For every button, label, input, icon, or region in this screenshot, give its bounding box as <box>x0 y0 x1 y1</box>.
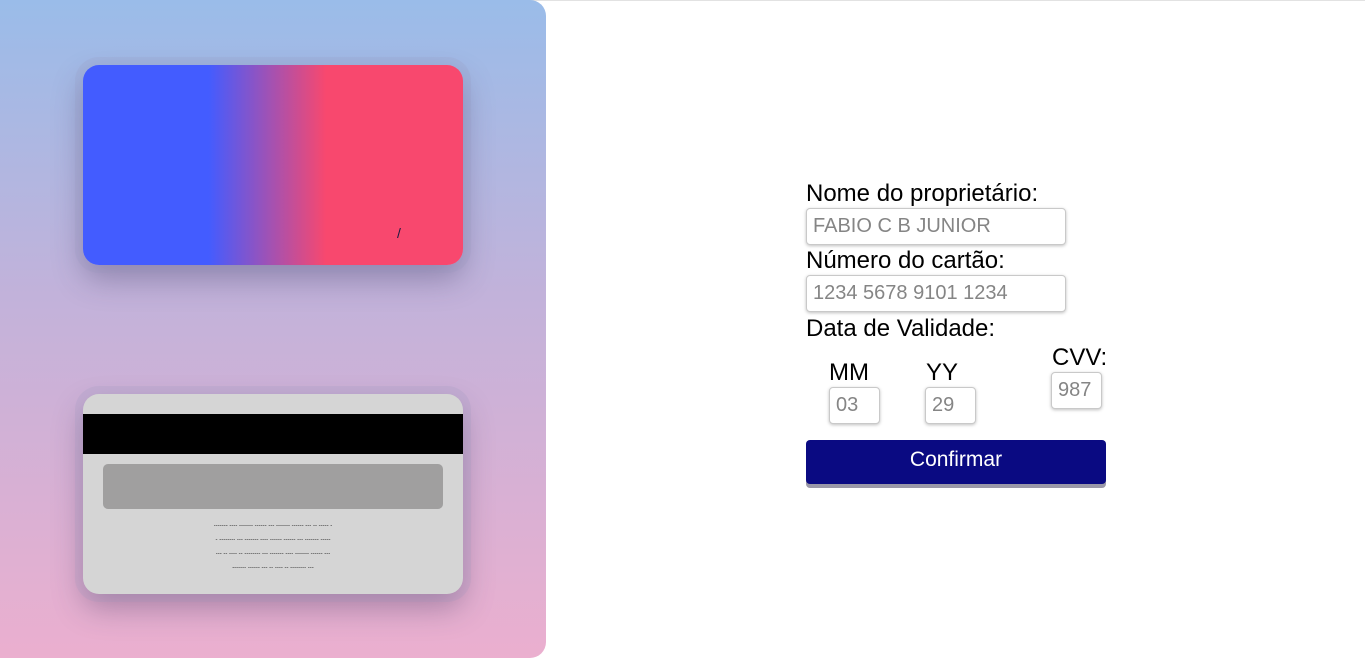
card-fine-print: ------- ---- ------- ------ --- ------- … <box>178 519 368 575</box>
card-preview-panel: / ------- ---- ------- ------ --- ------… <box>0 0 546 658</box>
fine-print-line: - -------- --- ------- ---- ------ -----… <box>215 537 331 543</box>
year-label: YY <box>926 359 959 386</box>
owner-name-input[interactable] <box>806 208 1066 245</box>
validity-label: Data de Validade: <box>806 315 996 342</box>
card-expiry: / <box>397 225 401 241</box>
card-front: / <box>83 65 463 265</box>
signature-strip <box>103 464 443 509</box>
confirm-button[interactable]: Confirmar <box>806 440 1106 484</box>
card-number-input[interactable] <box>806 275 1066 312</box>
card-back: ------- ---- ------- ------ --- ------- … <box>83 394 463 594</box>
owner-label: Nome do proprietário: <box>806 180 1039 207</box>
fine-print-line: ------- ---- ------- ------ --- ------- … <box>213 523 333 529</box>
fine-print-line: --- -- ---- -- -------- --- ------- ----… <box>215 551 331 557</box>
card-number-label: Número do cartão: <box>806 247 1005 274</box>
expiry-month-input[interactable] <box>829 387 880 424</box>
expiry-year-input[interactable] <box>925 387 976 424</box>
cvv-input[interactable] <box>1051 372 1102 409</box>
magnetic-stripe <box>83 414 463 454</box>
month-label: MM <box>829 359 869 386</box>
cvv-label: CVV: <box>1052 344 1108 371</box>
fine-print-line: ------- ------ --- -- ---- -- -------- -… <box>232 565 314 571</box>
